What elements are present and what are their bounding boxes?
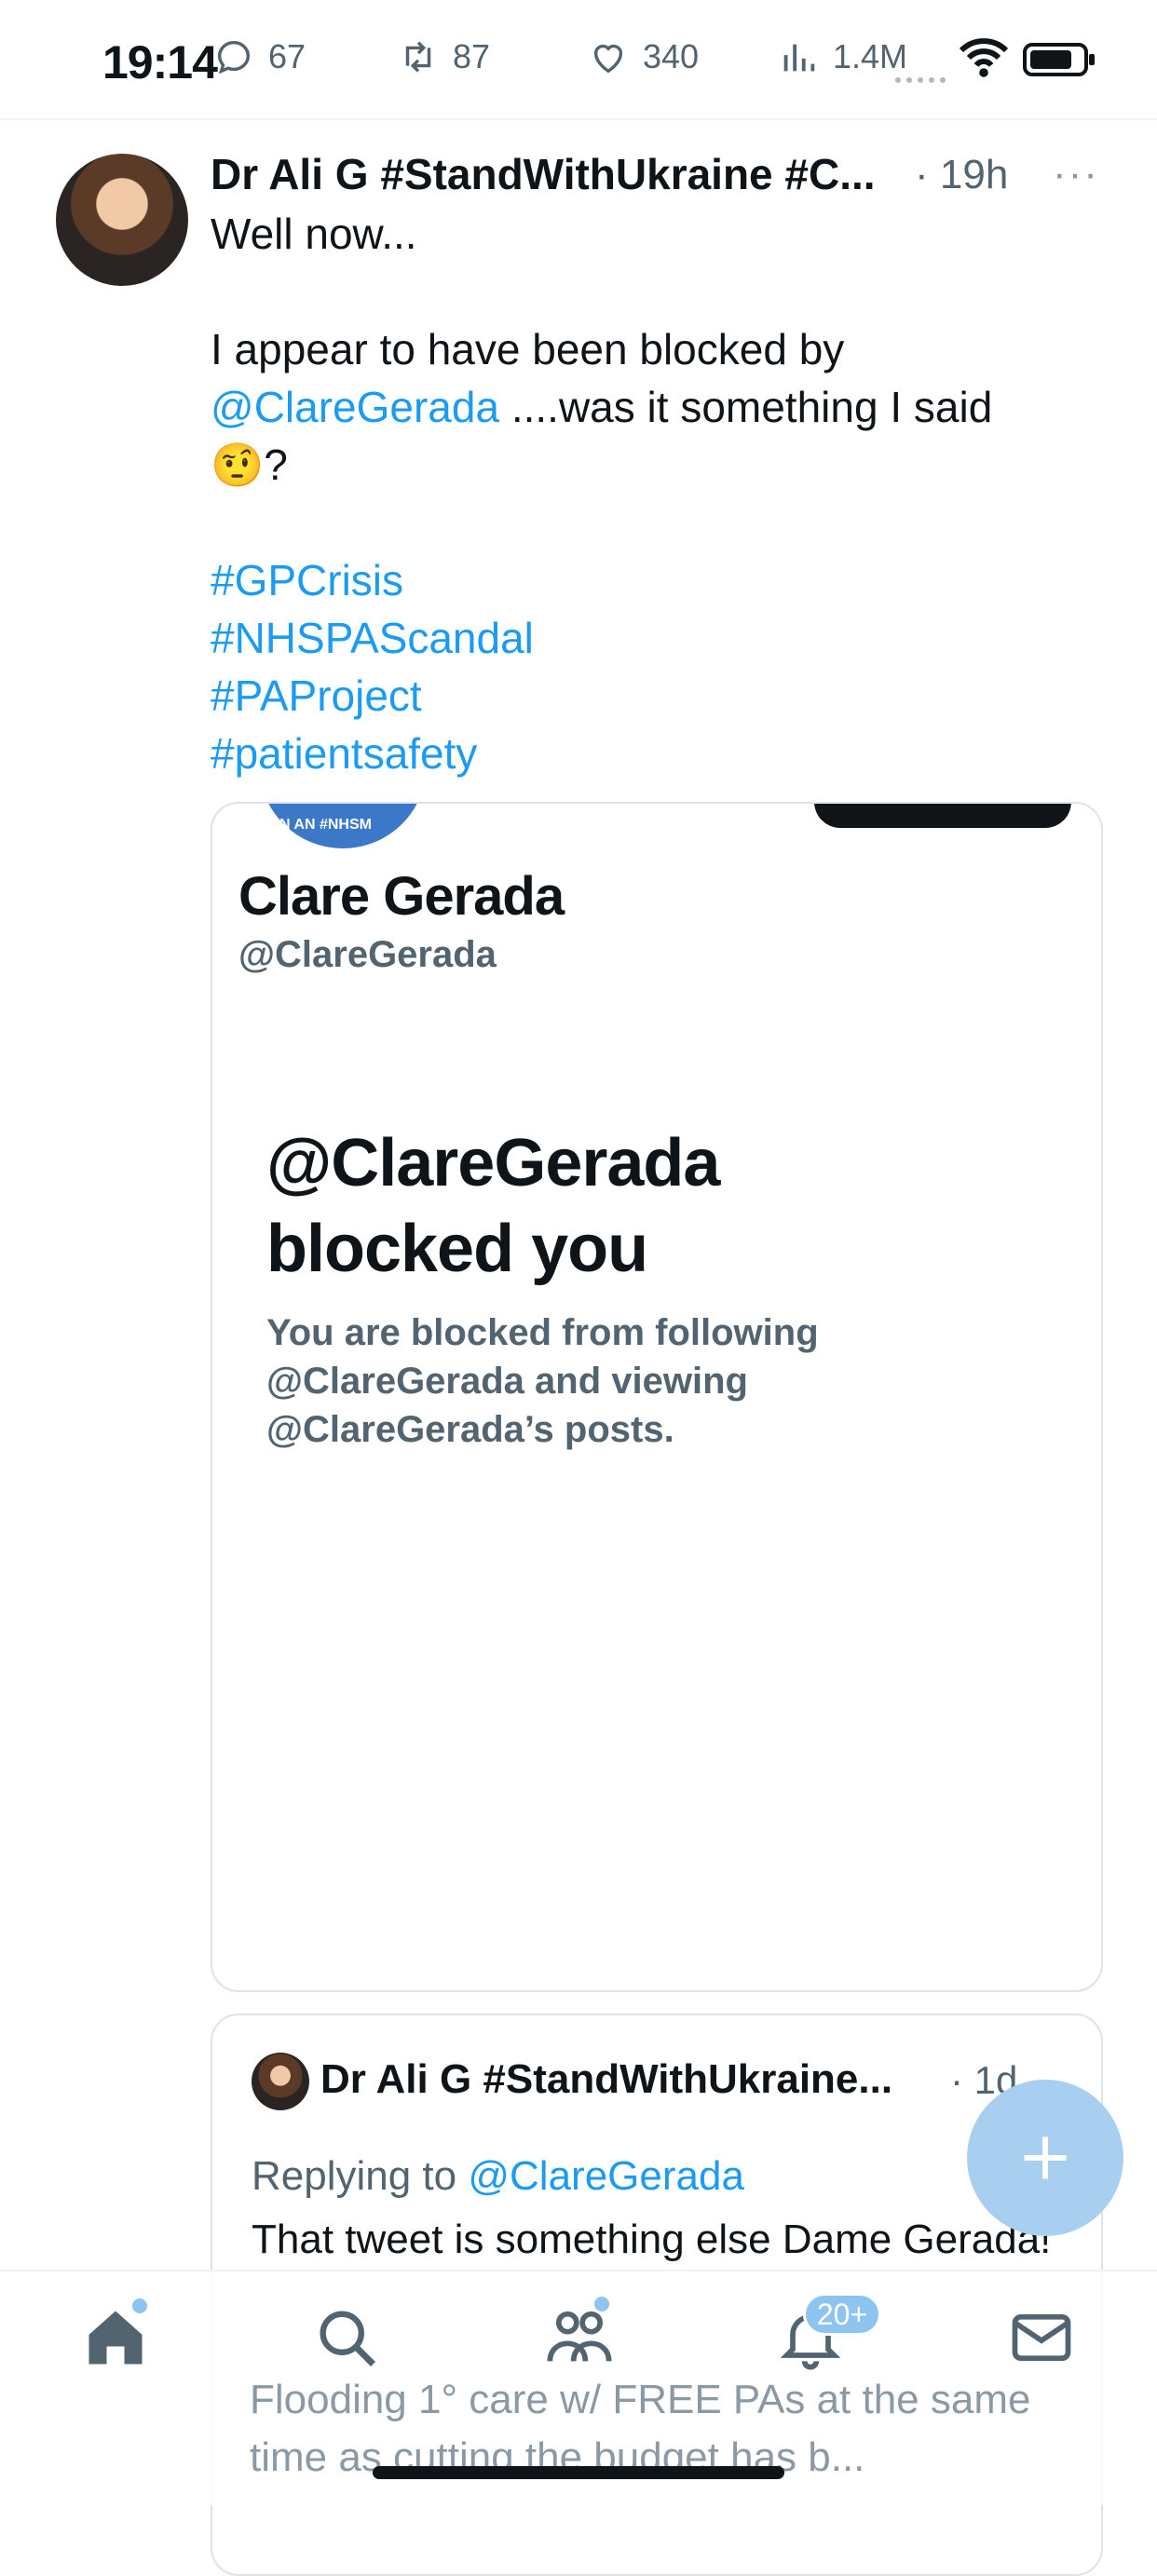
status-time: 19:14 [102, 36, 218, 88]
blocked-title-line-1: @ClareGerada [266, 1126, 720, 1200]
tweet-time: · 19h [915, 152, 1009, 197]
embedded-profile-handle: @ClareGerada [238, 934, 497, 975]
view-count[interactable]: 1.4M [777, 35, 907, 78]
battery-icon [1023, 41, 1097, 83]
tweet-line-2: I appear to have been blocked by [211, 325, 845, 373]
hashtag-link[interactable]: #GPCrisis [211, 551, 403, 609]
blocked-title: @ClareGerada blocked you [266, 1120, 1030, 1292]
communities-icon[interactable] [544, 2302, 615, 2378]
mention-link[interactable]: @ClareGerada [211, 383, 499, 431]
notifications-badge: 20+ [803, 2293, 881, 2336]
blocked-desc-line-1: You are blocked from following [266, 1312, 819, 1353]
embedded-button-edge [814, 804, 1071, 828]
compose-button[interactable] [967, 2080, 1123, 2236]
home-notification-dot [132, 2298, 147, 2313]
views-icon [783, 44, 815, 72]
home-icon[interactable] [80, 2302, 151, 2378]
signal-dots-icon [894, 71, 946, 83]
tweet-line-3-text: ....was it something I said [499, 383, 993, 431]
plus-icon [1024, 2136, 1067, 2179]
author-avatar[interactable] [56, 154, 188, 286]
blocked-desc-line-3: @ClareGerada’s posts. [266, 1409, 674, 1450]
hashtag-link[interactable]: #PAProject [211, 667, 422, 725]
tweet-line-4: 🤨? [211, 436, 1068, 494]
blocked-description: You are blocked from following @ClareGer… [266, 1308, 1030, 1454]
retweet-icon [405, 41, 431, 73]
tweet-line-1: Well now... [211, 210, 417, 258]
like-count[interactable]: 340 [587, 35, 699, 78]
raised-eyebrow-emoji: 🤨 [211, 441, 265, 489]
author-name[interactable]: Dr Ali G #StandWithUkraine #C... [211, 149, 876, 199]
search-icon[interactable] [311, 2302, 382, 2378]
communities-notification-dot [594, 2297, 609, 2312]
retweet-count[interactable]: 87 [397, 35, 490, 78]
messages-icon[interactable] [1006, 2302, 1077, 2378]
tweet-line-3: @ClareGerada ....was it something I said [211, 378, 1068, 436]
reply-count-label: 67 [268, 37, 306, 75]
blocked-desc-line-2: @ClareGerada and viewing [266, 1361, 748, 1402]
heart-icon [593, 44, 623, 74]
top-divider [0, 118, 1157, 120]
home-indicator[interactable] [373, 2466, 784, 2479]
reply-count[interactable]: 67 [212, 35, 306, 78]
tweet-line-4-text: ? [264, 441, 288, 489]
hashtag-link[interactable]: #NHSPAScandal [211, 609, 534, 667]
retweet-count-label: 87 [453, 37, 491, 75]
replying-to-mention[interactable]: @ClareGerada [468, 2153, 744, 2199]
embedded-avatar-text: N AN #NHSM [279, 817, 372, 833]
wifi-icon [959, 37, 1009, 83]
replying-to-label: Replying to [252, 2153, 469, 2199]
hashtag-link[interactable]: #patientsafety [211, 725, 477, 782]
reply-author-avatar[interactable] [252, 2053, 309, 2110]
reply-icon [217, 40, 251, 75]
embedded-profile-name: Clare Gerada [238, 866, 565, 927]
blocked-title-line-2: blocked you [266, 1212, 648, 1286]
reply-author-name[interactable]: Dr Ali G #StandWithUkraine... [320, 2056, 892, 2103]
like-count-label: 340 [643, 37, 700, 75]
tweet-image[interactable]: N AN #NHSM Clare Gerada @ClareGerada @Cl… [211, 802, 1103, 1992]
reply-text: That tweet is something else Dame Gerada… [252, 2217, 1052, 2262]
more-options-icon[interactable]: ··· [1053, 151, 1099, 197]
replying-to: Replying to @ClareGerada [252, 2153, 744, 2200]
